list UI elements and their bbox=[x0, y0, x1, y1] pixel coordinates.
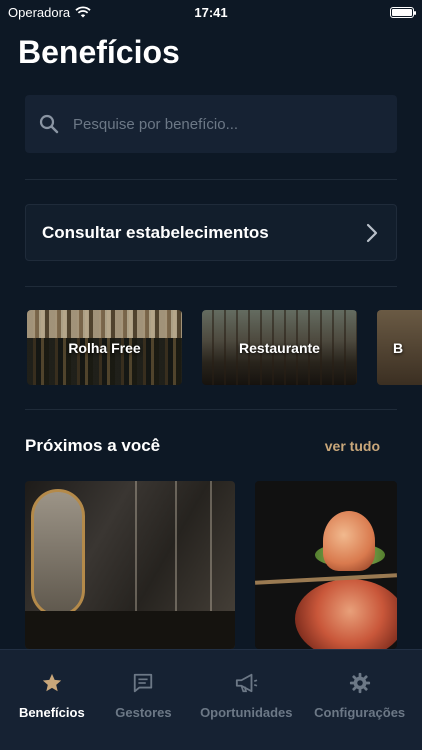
category-label: Restaurante bbox=[239, 339, 320, 356]
search-box[interactable] bbox=[25, 95, 397, 153]
card-image-detail bbox=[323, 511, 375, 571]
tab-label: Oportunidades bbox=[200, 705, 293, 720]
see-all-link[interactable]: ver tudo bbox=[325, 438, 380, 454]
chat-icon bbox=[134, 673, 153, 693]
card-image-counter bbox=[25, 611, 235, 649]
card-image-detail bbox=[175, 481, 177, 621]
tab-gestores[interactable]: Gestores bbox=[108, 650, 178, 750]
category-carousel[interactable]: Rolha Free Restaurante B bbox=[27, 310, 422, 385]
category-label: Rolha Free bbox=[68, 339, 141, 356]
search-input[interactable] bbox=[73, 115, 373, 133]
nearby-carousel[interactable] bbox=[25, 481, 422, 649]
card-image-plate bbox=[295, 579, 397, 649]
consult-establishments-button[interactable]: Consultar estabelecimentos bbox=[25, 204, 397, 261]
consult-label: Consultar estabelecimentos bbox=[42, 222, 269, 242]
battery-fill bbox=[392, 8, 412, 16]
tab-label: Gestores bbox=[115, 705, 172, 720]
gear-icon bbox=[349, 672, 370, 694]
carrier-group: Operadora bbox=[8, 5, 91, 20]
divider bbox=[25, 179, 397, 180]
tab-label: Configurações bbox=[314, 705, 406, 720]
nearby-card[interactable] bbox=[25, 481, 235, 649]
search-icon bbox=[39, 114, 59, 134]
category-card-partial[interactable]: B bbox=[377, 310, 422, 385]
wifi-icon bbox=[75, 6, 91, 18]
chevron-right-icon bbox=[366, 223, 378, 242]
card-image-mirror bbox=[31, 489, 85, 617]
tab-configuracoes[interactable]: Configurações bbox=[314, 650, 405, 750]
tab-beneficios[interactable]: Benefícios bbox=[17, 650, 87, 750]
tab-label: Benefícios bbox=[18, 705, 85, 720]
category-label: B bbox=[393, 339, 404, 356]
carrier-label: Operadora bbox=[8, 4, 71, 20]
divider bbox=[25, 286, 397, 287]
nearby-card[interactable] bbox=[255, 481, 397, 649]
divider bbox=[25, 409, 397, 410]
category-card-restaurante[interactable]: Restaurante bbox=[202, 310, 357, 385]
card-image-detail bbox=[135, 481, 137, 621]
tab-oportunidades[interactable]: Oportunidades bbox=[200, 650, 293, 750]
page-title: Benefícios bbox=[18, 34, 180, 70]
card-image-detail bbox=[210, 481, 212, 621]
tab-bar: Benefícios Gestores Oportunidades Config… bbox=[0, 649, 422, 750]
battery-icon bbox=[390, 6, 416, 18]
star-icon bbox=[42, 673, 61, 692]
nearby-title: Próximos a você bbox=[25, 436, 161, 455]
megaphone-icon bbox=[236, 673, 258, 693]
category-card-rolha-free[interactable]: Rolha Free bbox=[27, 310, 182, 385]
status-bar: Operadora 17:41 bbox=[0, 0, 422, 24]
nearby-header: Próximos a você ver tudo bbox=[25, 436, 380, 456]
